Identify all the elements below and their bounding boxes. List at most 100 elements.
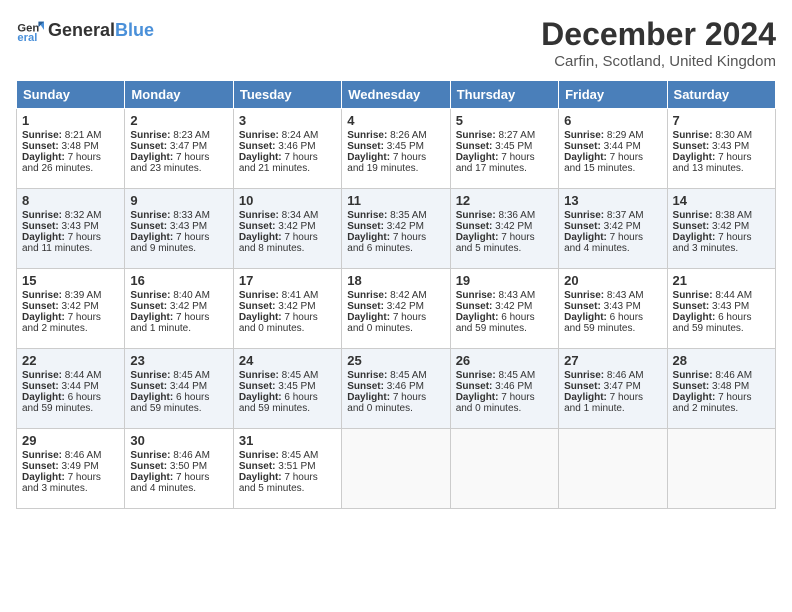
daylight-label: Daylight: [22, 312, 68, 323]
daylight-label: Daylight: [456, 392, 502, 403]
day-number: 27 [564, 353, 661, 368]
sunrise-label: Sunrise: [673, 370, 716, 381]
sunrise-time: 8:46 AM [173, 450, 210, 461]
calendar-cell: 11 Sunrise: 8:35 AM Sunset: 3:42 PM Dayl… [342, 189, 450, 269]
sunset-label: Sunset: [673, 221, 712, 232]
day-number: 21 [673, 273, 770, 288]
daylight-label: Daylight: [673, 232, 719, 243]
header-friday: Friday [559, 81, 667, 109]
logo-text: GeneralBlue [48, 20, 154, 41]
daylight-label: Daylight: [130, 312, 176, 323]
sunrise-label: Sunrise: [22, 210, 65, 221]
daylight-label: Daylight: [347, 312, 393, 323]
month-title: December 2024 [541, 16, 776, 53]
sunset-label: Sunset: [673, 301, 712, 312]
sunrise-time: 8:24 AM [282, 130, 319, 141]
day-number: 30 [130, 433, 227, 448]
day-number: 9 [130, 193, 227, 208]
sunset-label: Sunset: [22, 301, 61, 312]
sunset-time: 3:47 PM [604, 381, 641, 392]
sunrise-time: 8:45 AM [173, 370, 210, 381]
day-number: 23 [130, 353, 227, 368]
day-number: 31 [239, 433, 336, 448]
calendar-cell: 29 Sunrise: 8:46 AM Sunset: 3:49 PM Dayl… [17, 429, 125, 509]
sunrise-label: Sunrise: [564, 130, 607, 141]
sunset-time: 3:46 PM [495, 381, 532, 392]
daylight-label: Daylight: [456, 152, 502, 163]
day-number: 2 [130, 113, 227, 128]
sunrise-time: 8:40 AM [173, 290, 210, 301]
sunrise-label: Sunrise: [673, 210, 716, 221]
sunset-label: Sunset: [130, 381, 169, 392]
sunrise-time: 8:21 AM [65, 130, 102, 141]
sunset-label: Sunset: [239, 221, 278, 232]
sunset-label: Sunset: [564, 221, 603, 232]
daylight-label: Daylight: [130, 152, 176, 163]
header-monday: Monday [125, 81, 233, 109]
sunrise-time: 8:32 AM [65, 210, 102, 221]
sunset-label: Sunset: [239, 141, 278, 152]
calendar-cell: 25 Sunrise: 8:45 AM Sunset: 3:46 PM Dayl… [342, 349, 450, 429]
calendar-cell: 10 Sunrise: 8:34 AM Sunset: 3:42 PM Dayl… [233, 189, 341, 269]
day-number: 11 [347, 193, 444, 208]
sunrise-time: 8:34 AM [282, 210, 319, 221]
calendar-row: 15 Sunrise: 8:39 AM Sunset: 3:42 PM Dayl… [17, 269, 776, 349]
weekday-header-row: Sunday Monday Tuesday Wednesday Thursday… [17, 81, 776, 109]
sunrise-label: Sunrise: [239, 130, 282, 141]
day-number: 3 [239, 113, 336, 128]
sunrise-time: 8:44 AM [65, 370, 102, 381]
sunrise-label: Sunrise: [130, 210, 173, 221]
daylight-label: Daylight: [564, 152, 610, 163]
sunset-label: Sunset: [456, 381, 495, 392]
sunrise-label: Sunrise: [130, 370, 173, 381]
calendar-cell: 22 Sunrise: 8:44 AM Sunset: 3:44 PM Dayl… [17, 349, 125, 429]
sunset-label: Sunset: [456, 221, 495, 232]
sunset-time: 3:45 PM [278, 381, 315, 392]
calendar-row: 8 Sunrise: 8:32 AM Sunset: 3:43 PM Dayli… [17, 189, 776, 269]
calendar-cell: 7 Sunrise: 8:30 AM Sunset: 3:43 PM Dayli… [667, 109, 775, 189]
sunset-label: Sunset: [22, 381, 61, 392]
calendar-cell: 27 Sunrise: 8:46 AM Sunset: 3:47 PM Dayl… [559, 349, 667, 429]
sunset-label: Sunset: [347, 301, 386, 312]
day-number: 26 [456, 353, 553, 368]
day-number: 13 [564, 193, 661, 208]
calendar-row: 29 Sunrise: 8:46 AM Sunset: 3:49 PM Dayl… [17, 429, 776, 509]
sunrise-label: Sunrise: [239, 290, 282, 301]
daylight-label: Daylight: [239, 232, 285, 243]
calendar-cell: 30 Sunrise: 8:46 AM Sunset: 3:50 PM Dayl… [125, 429, 233, 509]
sunset-time: 3:43 PM [604, 301, 641, 312]
sunrise-time: 8:45 AM [282, 450, 319, 461]
calendar-cell: 14 Sunrise: 8:38 AM Sunset: 3:42 PM Dayl… [667, 189, 775, 269]
sunset-label: Sunset: [22, 461, 61, 472]
calendar-cell: 19 Sunrise: 8:43 AM Sunset: 3:42 PM Dayl… [450, 269, 558, 349]
sunset-label: Sunset: [564, 381, 603, 392]
calendar-cell: 5 Sunrise: 8:27 AM Sunset: 3:45 PM Dayli… [450, 109, 558, 189]
day-number: 7 [673, 113, 770, 128]
sunrise-time: 8:38 AM [715, 210, 752, 221]
calendar-cell: 31 Sunrise: 8:45 AM Sunset: 3:51 PM Dayl… [233, 429, 341, 509]
sunset-time: 3:43 PM [712, 141, 749, 152]
sunset-time: 3:49 PM [61, 461, 98, 472]
sunset-label: Sunset: [130, 221, 169, 232]
daylight-label: Daylight: [564, 312, 610, 323]
sunrise-label: Sunrise: [564, 290, 607, 301]
sunset-time: 3:48 PM [61, 141, 98, 152]
calendar-cell: 9 Sunrise: 8:33 AM Sunset: 3:43 PM Dayli… [125, 189, 233, 269]
daylight-label: Daylight: [239, 312, 285, 323]
sunset-time: 3:50 PM [170, 461, 207, 472]
calendar-cell: 6 Sunrise: 8:29 AM Sunset: 3:44 PM Dayli… [559, 109, 667, 189]
sunrise-time: 8:26 AM [390, 130, 427, 141]
logo-blue: Blue [115, 20, 154, 40]
sunrise-time: 8:29 AM [607, 130, 644, 141]
day-number: 14 [673, 193, 770, 208]
day-number: 22 [22, 353, 119, 368]
daylight-label: Daylight: [347, 392, 393, 403]
calendar-cell [450, 429, 558, 509]
sunrise-label: Sunrise: [239, 210, 282, 221]
sunset-time: 3:47 PM [170, 141, 207, 152]
day-number: 18 [347, 273, 444, 288]
sunrise-label: Sunrise: [22, 450, 65, 461]
sunset-label: Sunset: [22, 141, 61, 152]
sunrise-time: 8:41 AM [282, 290, 319, 301]
sunset-time: 3:42 PM [712, 221, 749, 232]
